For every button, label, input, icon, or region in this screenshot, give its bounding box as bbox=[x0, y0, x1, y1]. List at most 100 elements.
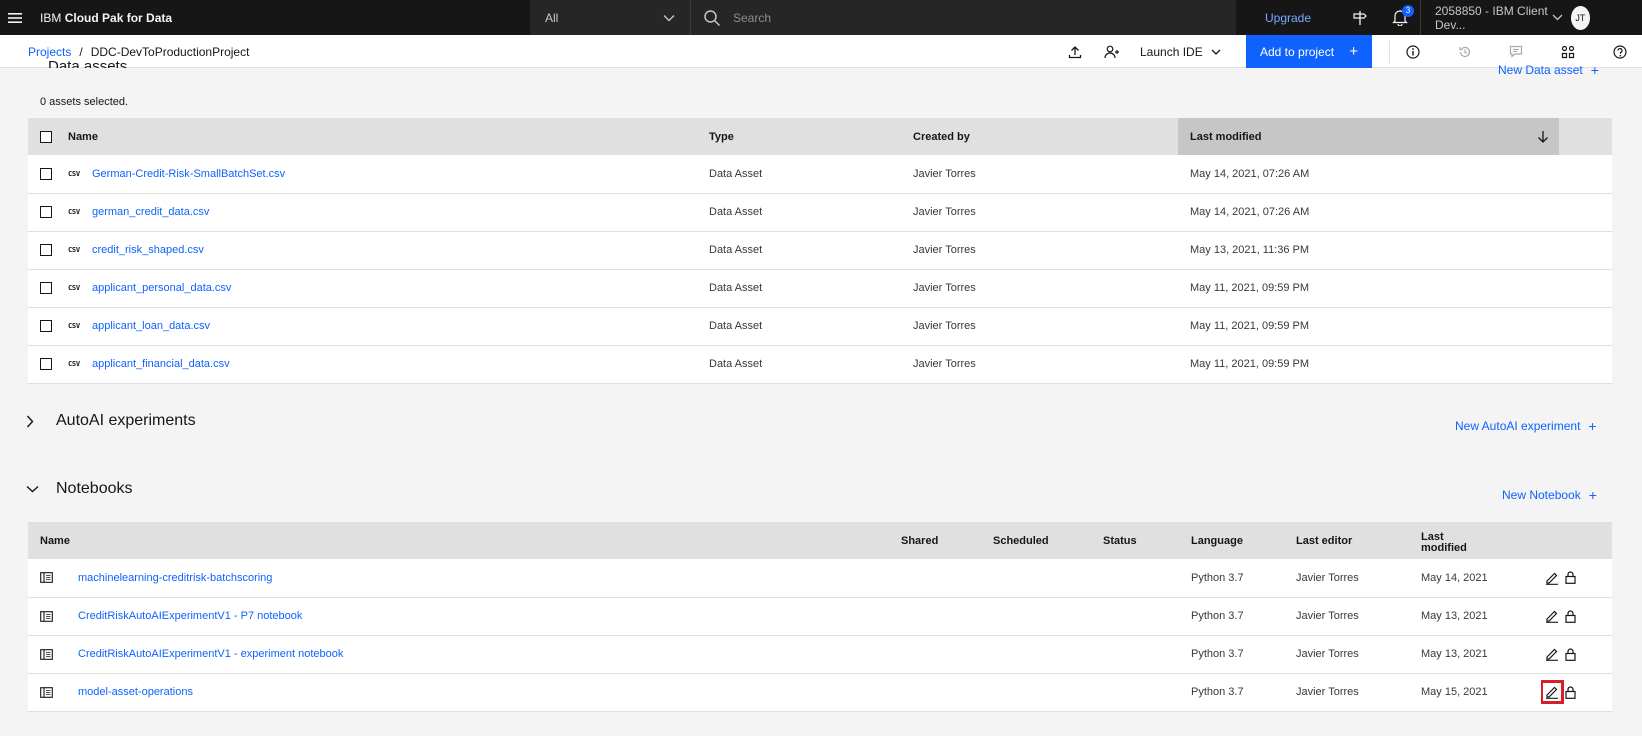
column-header-name[interactable]: Name bbox=[28, 522, 901, 559]
product-brand[interactable]: IBM Cloud Pak for Data bbox=[40, 11, 530, 25]
asset-name-link[interactable]: credit_risk_shaped.csv bbox=[92, 244, 204, 256]
lock-icon[interactable] bbox=[1565, 647, 1576, 661]
launch-ide-label: Launch IDE bbox=[1140, 44, 1203, 59]
row-checkbox-cell[interactable] bbox=[28, 193, 68, 232]
asset-last-modified: May 13, 2021, 11:36 PM bbox=[1178, 231, 1559, 270]
row-checkbox-cell[interactable] bbox=[28, 155, 68, 194]
notebook-actions bbox=[1541, 559, 1612, 598]
notification-count-badge: 3 bbox=[1402, 5, 1414, 17]
breadcrumb-projects-link[interactable]: Projects bbox=[28, 45, 71, 59]
asset-name-link[interactable]: applicant_financial_data.csv bbox=[92, 358, 230, 370]
table-row[interactable]: model-asset-operations Python 3.7 Javier T… bbox=[28, 673, 1612, 712]
signpost-icon[interactable] bbox=[1340, 0, 1380, 35]
row-checkbox[interactable] bbox=[40, 206, 52, 219]
row-checkbox[interactable] bbox=[40, 320, 52, 333]
column-header-last-modified[interactable]: Last modified bbox=[1178, 118, 1559, 155]
column-header-created-by[interactable]: Created by bbox=[913, 118, 1178, 155]
sort-descending-icon[interactable] bbox=[1537, 130, 1549, 143]
edit-pencil-icon[interactable] bbox=[1545, 647, 1559, 661]
column-header-actions bbox=[1541, 522, 1612, 559]
new-notebook-link[interactable]: New Notebook + bbox=[1502, 487, 1597, 503]
lock-icon[interactable] bbox=[1565, 609, 1576, 623]
search-scope-dropdown[interactable]: All bbox=[530, 0, 690, 35]
edit-pencil-icon[interactable] bbox=[1541, 680, 1564, 704]
edit-pencil-icon[interactable] bbox=[1545, 571, 1559, 585]
add-to-project-button[interactable]: Add to project + bbox=[1246, 35, 1372, 68]
csv-file-icon: CSV bbox=[68, 246, 80, 255]
project-header-bar: Projects / DDC-DevToProductionProject La… bbox=[0, 35, 1642, 68]
notebook-name-link[interactable]: model-asset-operations bbox=[78, 686, 193, 698]
column-header-language[interactable]: Language bbox=[1191, 522, 1296, 559]
column-header-scheduled[interactable]: Scheduled bbox=[993, 522, 1103, 559]
plus-icon: + bbox=[1588, 487, 1597, 503]
asset-name-cell: CSV applicant_personal_data.csv bbox=[68, 269, 709, 308]
select-all-checkbox-cell[interactable] bbox=[28, 118, 68, 155]
column-header-last-editor[interactable]: Last editor bbox=[1296, 522, 1421, 559]
row-checkbox[interactable] bbox=[40, 282, 52, 295]
row-checkbox[interactable] bbox=[40, 358, 52, 371]
plus-icon: + bbox=[1588, 418, 1597, 434]
asset-name-link[interactable]: German-Credit-Risk-SmallBatchSet.csv bbox=[92, 168, 285, 180]
plus-icon: + bbox=[1590, 62, 1599, 78]
notebook-icon bbox=[40, 610, 78, 622]
asset-created-by: Javier Torres bbox=[913, 193, 1178, 232]
column-header-last-modified[interactable]: Last modified bbox=[1421, 522, 1541, 559]
lock-icon[interactable] bbox=[1565, 571, 1576, 585]
asset-name-link[interactable]: applicant_loan_data.csv bbox=[92, 320, 210, 332]
table-row[interactable]: CSV applicant_personal_data.csv Data Asset… bbox=[28, 269, 1612, 308]
hamburger-menu-icon[interactable] bbox=[0, 0, 30, 35]
row-checkbox[interactable] bbox=[40, 244, 52, 257]
select-all-checkbox[interactable] bbox=[40, 130, 52, 143]
user-avatar[interactable]: JT bbox=[1570, 5, 1590, 30]
data-assets-section-title: Data assets bbox=[48, 58, 128, 68]
table-row[interactable]: CreditRiskAutoAIExperimentV1 - experimen… bbox=[28, 635, 1612, 674]
lock-icon[interactable] bbox=[1565, 685, 1576, 699]
table-row[interactable]: CSV applicant_financial_data.csv Data Asse… bbox=[28, 345, 1612, 384]
launch-ide-dropdown[interactable]: Launch IDE bbox=[1140, 35, 1221, 68]
edit-pencil-icon[interactable] bbox=[1545, 609, 1559, 623]
table-row[interactable]: machinelearning-creditrisk-batchscoring P… bbox=[28, 559, 1612, 598]
new-autoai-experiment-link[interactable]: New AutoAI experiment + bbox=[1455, 418, 1597, 434]
column-header-shared[interactable]: Shared bbox=[901, 522, 993, 559]
notebook-name-link[interactable]: CreditRiskAutoAIExperimentV1 - P7 notebo… bbox=[78, 610, 302, 622]
history-icon[interactable] bbox=[1446, 35, 1484, 68]
asset-name-link[interactable]: applicant_personal_data.csv bbox=[92, 282, 231, 294]
column-header-spacer bbox=[1559, 118, 1612, 155]
global-search-input[interactable]: Search bbox=[690, 0, 1236, 35]
new-data-asset-link[interactable]: New Data asset + bbox=[1498, 62, 1599, 78]
notebook-name-link[interactable]: machinelearning-creditrisk-batchscoring bbox=[78, 572, 272, 584]
table-row[interactable]: CSV applicant_loan_data.csv Data Asset Javi… bbox=[28, 307, 1612, 346]
notebook-scheduled bbox=[993, 673, 1103, 712]
row-checkbox-cell[interactable] bbox=[28, 231, 68, 270]
row-checkbox-cell[interactable] bbox=[28, 269, 68, 308]
notebook-actions bbox=[1541, 635, 1612, 674]
autoai-section-toggle[interactable]: AutoAI experiments bbox=[26, 412, 196, 430]
help-icon[interactable] bbox=[1601, 35, 1639, 68]
add-collaborator-icon[interactable] bbox=[1093, 35, 1131, 68]
table-row[interactable]: CSV credit_risk_shaped.csv Data Asset Javie… bbox=[28, 231, 1612, 270]
table-row[interactable]: CSV german_credit_data.csv Data Asset Javie… bbox=[28, 193, 1612, 232]
notebook-name-cell: machinelearning-creditrisk-batchscoring bbox=[28, 559, 901, 598]
row-checkbox[interactable] bbox=[40, 167, 52, 180]
csv-file-icon: CSV bbox=[68, 322, 80, 331]
row-checkbox-cell[interactable] bbox=[28, 345, 68, 384]
table-row[interactable]: CSV German-Credit-Risk-SmallBatchSet.csv D… bbox=[28, 155, 1612, 194]
chevron-down-icon bbox=[1203, 49, 1221, 55]
upgrade-link[interactable]: Upgrade bbox=[1236, 11, 1340, 25]
table-row[interactable]: CreditRiskAutoAIExperimentV1 - P7 notebo… bbox=[28, 597, 1612, 636]
account-switcher[interactable]: 2058850 - IBM Client Dev... JT bbox=[1420, 0, 1600, 35]
asset-type: Data Asset bbox=[709, 193, 913, 232]
column-header-type[interactable]: Type bbox=[709, 118, 913, 155]
row-checkbox-cell[interactable] bbox=[28, 307, 68, 346]
information-icon[interactable] bbox=[1394, 35, 1432, 68]
column-header-status[interactable]: Status bbox=[1103, 522, 1191, 559]
notebook-name-link[interactable]: CreditRiskAutoAIExperimentV1 - experimen… bbox=[78, 648, 343, 660]
asset-last-modified: May 11, 2021, 09:59 PM bbox=[1178, 307, 1559, 346]
new-data-asset-label: New Data asset bbox=[1498, 63, 1583, 77]
asset-name-link[interactable]: german_credit_data.csv bbox=[92, 206, 209, 218]
asset-type: Data Asset bbox=[709, 269, 913, 308]
column-header-name[interactable]: Name bbox=[68, 118, 709, 155]
notification-bell-icon[interactable]: 3 bbox=[1380, 0, 1420, 35]
upload-icon[interactable] bbox=[1056, 35, 1094, 68]
notebooks-section-toggle[interactable]: Notebooks bbox=[26, 480, 133, 498]
